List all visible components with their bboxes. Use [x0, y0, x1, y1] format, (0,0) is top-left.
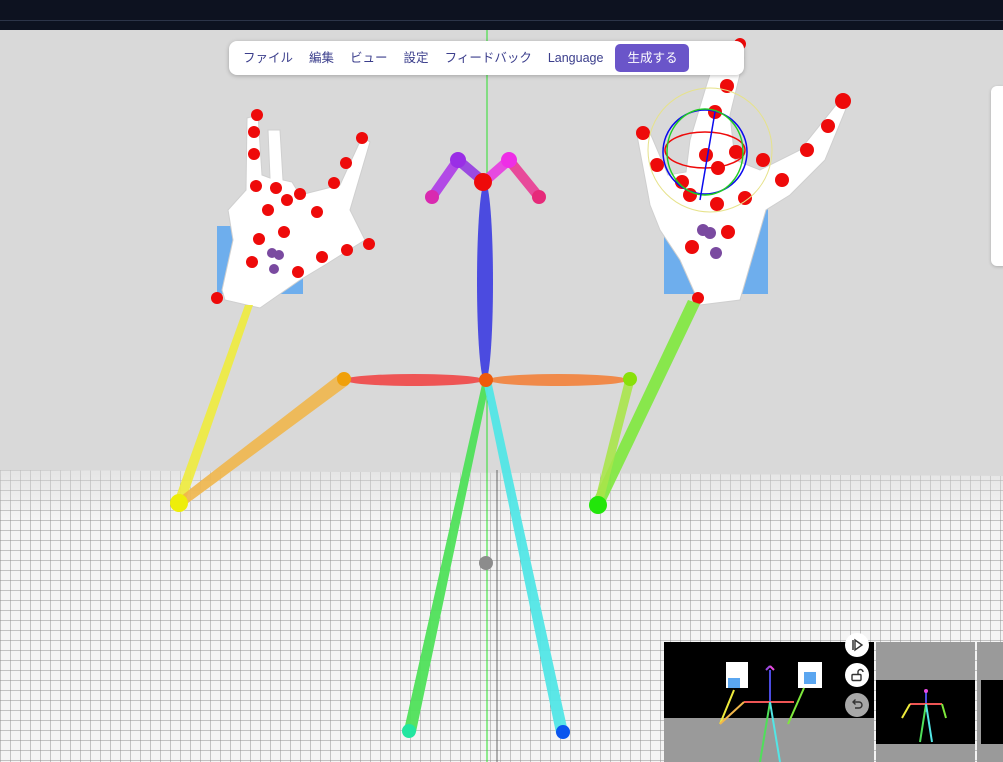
undo-button[interactable]: [845, 693, 869, 717]
preview-2-render: [876, 680, 975, 744]
preview-main-render: [664, 662, 874, 762]
left-eye-joint[interactable]: [450, 152, 466, 168]
window-titlebar: [0, 0, 1003, 30]
left-ear-joint[interactable]: [425, 190, 439, 204]
right-shoulder-joint[interactable]: [623, 372, 637, 386]
menu-file[interactable]: ファイル: [235, 44, 301, 72]
preview-thumbnail-main[interactable]: [664, 642, 874, 762]
play-step-button[interactable]: [845, 633, 869, 657]
right-elbow-joint[interactable]: [589, 496, 607, 514]
right-eye-joint[interactable]: [501, 152, 517, 168]
titlebar-divider: [0, 20, 1003, 21]
main-menubar: ファイル 編集 ビュー 設定 フィードバック Language 生成する: [229, 41, 744, 75]
unlock-icon: [850, 668, 864, 682]
menu-edit[interactable]: 編集: [301, 44, 342, 72]
menu-settings[interactable]: 設定: [396, 44, 437, 72]
preview-thumbnail-3[interactable]: [977, 642, 1003, 762]
neck-joint[interactable]: [479, 373, 493, 387]
preview-thumbnails: [664, 633, 1003, 762]
menu-view[interactable]: ビュー: [342, 44, 396, 72]
undo-icon: [850, 698, 864, 712]
preview-thumbnail-2[interactable]: [876, 642, 975, 762]
play-step-icon: [850, 638, 864, 652]
floor-fade: [0, 470, 1003, 520]
right-shoulder-bone[interactable]: [488, 374, 628, 386]
menu-feedback[interactable]: フィードバック: [437, 44, 540, 72]
left-shoulder-joint[interactable]: [337, 372, 351, 386]
nose-joint[interactable]: [474, 173, 492, 191]
left-shoulder-bone[interactable]: [344, 374, 484, 386]
generate-button[interactable]: 生成する: [615, 44, 690, 72]
side-panel-handle[interactable]: [991, 86, 1003, 266]
menu-language[interactable]: Language: [540, 44, 612, 72]
neck-bone[interactable]: [477, 182, 493, 382]
hip-joint[interactable]: [479, 556, 493, 570]
left-elbow-joint[interactable]: [170, 494, 188, 512]
lock-button[interactable]: [845, 663, 869, 687]
right-hip-joint[interactable]: [556, 725, 570, 739]
right-ear-joint[interactable]: [532, 190, 546, 204]
left-hip-joint[interactable]: [402, 724, 416, 738]
